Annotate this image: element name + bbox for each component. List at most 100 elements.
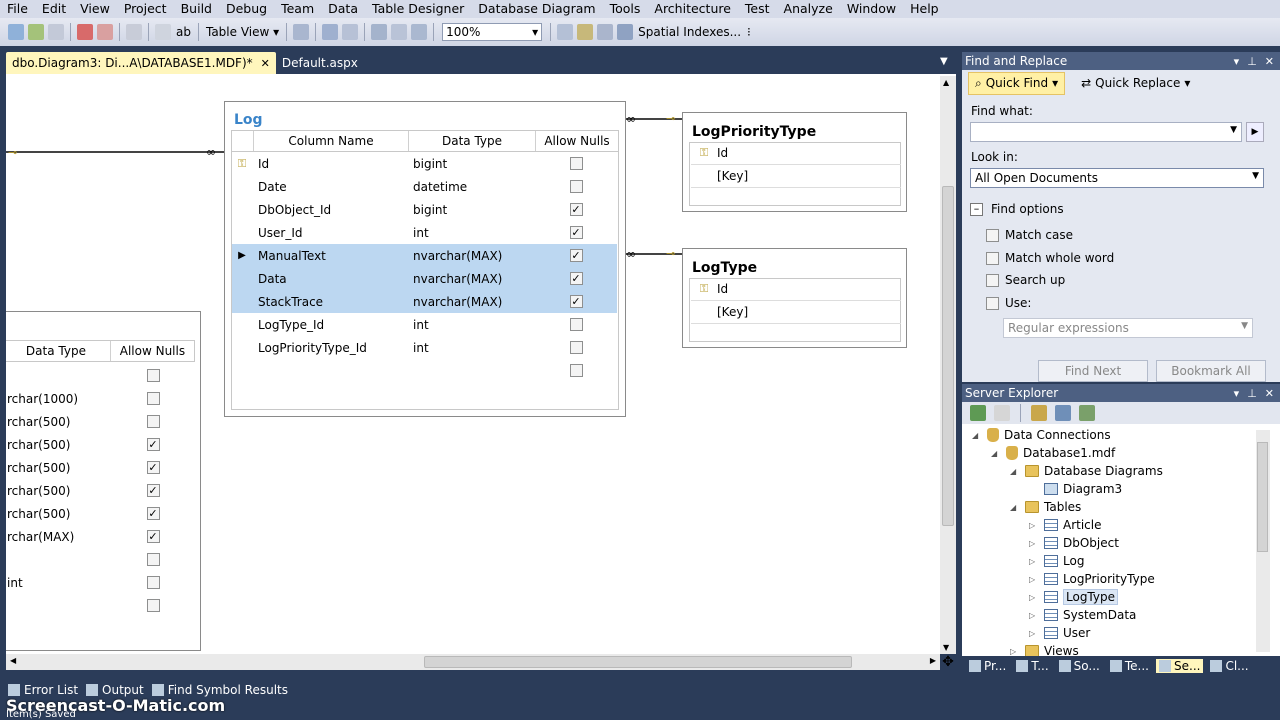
column-name-cell[interactable]: User_Id — [253, 226, 408, 240]
dropdown-icon[interactable]: ▾ — [1234, 387, 1240, 400]
tree-item-database-diagrams[interactable]: ◢ Database Diagrams — [1010, 462, 1163, 480]
allow-nulls-checkbox[interactable] — [146, 369, 160, 382]
table-row[interactable] — [6, 548, 195, 571]
allow-nulls-checkbox[interactable]: ✓ — [146, 530, 160, 543]
collapsed-arrow-icon[interactable]: ▷ — [1029, 593, 1039, 602]
allow-nulls-checkbox[interactable]: ✓ — [569, 203, 583, 216]
match-whole-word-option[interactable]: Match whole word — [986, 251, 1114, 265]
allow-nulls-checkbox[interactable]: ✓ — [146, 438, 160, 451]
primary-key-icon[interactable]: ⚿ — [231, 153, 253, 175]
tree-item-logprioritytype[interactable]: ▷ LogPriorityType — [1029, 570, 1155, 588]
pin-icon[interactable]: ⊥ — [1247, 387, 1257, 400]
column-name-cell[interactable]: LogType_Id — [253, 318, 408, 332]
menu-view[interactable]: View — [73, 0, 117, 18]
allow-nulls-cell[interactable]: ✓ — [111, 530, 195, 543]
search-up-option[interactable]: Search up — [986, 273, 1065, 287]
allow-nulls-checkbox[interactable]: ✓ — [569, 226, 583, 239]
menu-edit[interactable]: Edit — [35, 0, 73, 18]
scroll-left-icon[interactable]: ◀ — [10, 656, 16, 665]
table-row[interactable]: ▶ ManualText nvarchar(MAX) ✓ — [231, 244, 617, 267]
data-type-cell[interactable]: int — [6, 576, 111, 590]
allow-nulls-checkbox[interactable] — [146, 599, 160, 612]
close-icon[interactable]: ✕ — [1265, 387, 1274, 400]
allow-nulls-checkbox[interactable]: ✓ — [146, 507, 160, 520]
allow-nulls-cell[interactable]: ✓ — [535, 226, 617, 239]
allow-nulls-checkbox[interactable]: ✓ — [146, 484, 160, 497]
row-selector[interactable] — [231, 222, 253, 244]
data-type-cell[interactable]: int — [408, 226, 535, 240]
data-type-cell[interactable]: rchar(500) — [6, 507, 111, 521]
allow-nulls-cell[interactable] — [111, 392, 195, 405]
server-explorer-scrollbar[interactable] — [1256, 430, 1270, 652]
data-type-cell[interactable]: int — [408, 341, 535, 355]
row-selector[interactable] — [231, 199, 253, 221]
menu-window[interactable]: Window — [840, 0, 903, 18]
column-header[interactable]: Allow Nulls — [536, 131, 618, 151]
data-type-cell[interactable]: rchar(1000) — [6, 392, 111, 406]
allow-nulls-cell[interactable]: ✓ — [535, 249, 617, 262]
menu-team[interactable]: Team — [274, 0, 321, 18]
tree-item-article[interactable]: ▷ Article — [1029, 516, 1102, 534]
allow-nulls-cell[interactable]: ✓ — [535, 295, 617, 308]
expanded-arrow-icon[interactable]: ◢ — [972, 431, 982, 440]
allow-nulls-checkbox[interactable]: ✓ — [569, 295, 583, 308]
data-type-cell[interactable]: nvarchar(MAX) — [408, 249, 535, 263]
allow-nulls-checkbox[interactable] — [569, 180, 583, 193]
canvas-vertical-scrollbar[interactable]: ▲ ▼ — [940, 76, 956, 654]
column-row[interactable]: ⚿ Id — [691, 142, 901, 165]
table-row[interactable]: rchar(500) — [6, 410, 195, 433]
data-type-cell[interactable]: bigint — [408, 157, 535, 171]
column-header[interactable]: Allow Nulls — [111, 341, 194, 361]
tool-tab[interactable]: So... — [1056, 659, 1103, 673]
tab-default-aspx[interactable]: Default.aspx — [276, 52, 364, 74]
pin-icon[interactable]: ⊥ — [1247, 55, 1257, 68]
data-type-cell[interactable]: nvarchar(MAX) — [408, 295, 535, 309]
allow-nulls-cell[interactable] — [111, 576, 195, 589]
use-select[interactable]: Regular expressions ▼ — [1003, 318, 1253, 338]
collapsed-arrow-icon[interactable]: ▷ — [1010, 647, 1020, 656]
column-name-cell[interactable]: DbObject_Id — [253, 203, 408, 217]
data-type-cell[interactable]: datetime — [408, 180, 535, 194]
allow-nulls-cell[interactable] — [111, 369, 195, 382]
data-type-cell[interactable]: nvarchar(MAX) — [408, 272, 535, 286]
quick-replace-tab[interactable]: ⇄ Quick Replace ▾ — [1075, 73, 1196, 93]
table-row[interactable] — [6, 364, 195, 387]
left-partial-table[interactable]: Data Type Allow Nulls rchar(1000) rchar(5… — [6, 311, 201, 651]
table-row[interactable]: StackTrace nvarchar(MAX) ✓ — [231, 290, 617, 313]
collapsed-arrow-icon[interactable]: ▷ — [1029, 575, 1039, 584]
collapsed-arrow-icon[interactable]: ▷ — [1029, 557, 1039, 566]
column-name-cell[interactable]: Data — [253, 272, 408, 286]
menu-file[interactable]: File — [0, 0, 35, 18]
table-row[interactable]: LogType_Id int — [231, 313, 617, 336]
allow-nulls-cell[interactable] — [111, 415, 195, 428]
table-view-dropdown[interactable]: Table View ▾ — [206, 25, 279, 39]
data-type-cell[interactable]: rchar(MAX) — [6, 530, 111, 544]
data-type-cell[interactable]: rchar(500) — [6, 415, 111, 429]
indexes-keys-icon[interactable] — [577, 24, 594, 40]
allow-nulls-cell[interactable] — [111, 553, 195, 566]
table-row[interactable] — [231, 359, 617, 382]
data-type-cell[interactable]: rchar(500) — [6, 484, 111, 498]
connect-server-icon[interactable] — [1055, 405, 1071, 421]
column-name-cell[interactable]: StackTrace — [253, 295, 408, 309]
table-row[interactable]: rchar(500) ✓ — [6, 502, 195, 525]
collapsed-arrow-icon[interactable]: ▷ — [1029, 539, 1039, 548]
relationship-line[interactable] — [6, 151, 224, 153]
data-type-cell[interactable]: int — [408, 318, 535, 332]
output-tab-output[interactable]: Output — [86, 683, 144, 697]
log-table[interactable]: Log Column Name Data Type Allow Nulls ⚿ I… — [224, 101, 626, 417]
allow-nulls-cell[interactable]: ✓ — [111, 507, 195, 520]
output-tab-find-symbol-results[interactable]: Find Symbol Results — [151, 683, 288, 697]
column-name-cell[interactable]: ManualText — [253, 249, 408, 263]
menu-architecture[interactable]: Architecture — [647, 0, 738, 18]
tree-item-tables[interactable]: ◢ Tables — [1010, 498, 1081, 516]
scroll-down-icon[interactable]: ▼ — [943, 643, 949, 652]
tree-item-data-connections[interactable]: ◢ Data Connections — [972, 426, 1111, 444]
use-option[interactable]: Use: — [986, 296, 1031, 310]
print-icon[interactable] — [126, 24, 142, 40]
allow-nulls-checkbox[interactable] — [146, 415, 160, 428]
data-type-cell[interactable]: rchar(500) — [6, 461, 111, 475]
tool-tab[interactable]: Se... — [1156, 659, 1204, 673]
row-selector[interactable] — [231, 291, 253, 313]
expanded-arrow-icon[interactable]: ◢ — [1010, 467, 1020, 476]
